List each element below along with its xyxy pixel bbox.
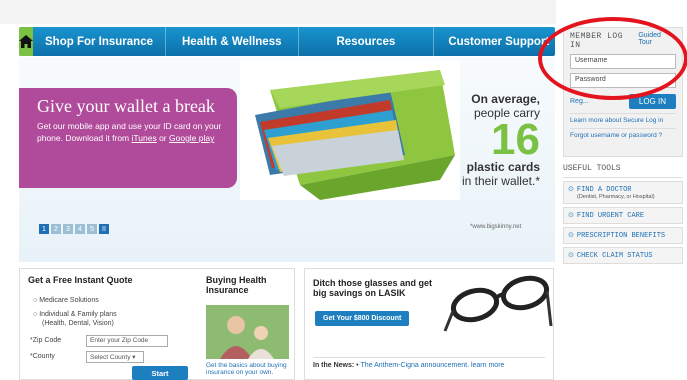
start-button[interactable]: Start bbox=[132, 366, 188, 380]
discount-button[interactable]: Get Your $800 Discount bbox=[315, 311, 410, 326]
highlight-circle bbox=[538, 17, 687, 100]
county-label: *County bbox=[30, 353, 55, 360]
news-link[interactable]: The Anthem-Cigna announcement. learn mor… bbox=[360, 362, 504, 369]
pager-4[interactable]: 4 bbox=[75, 224, 85, 234]
promo-title: Give your wallet a break bbox=[37, 96, 215, 116]
option-medicare[interactable]: ○ Medicare Solutions bbox=[33, 297, 99, 304]
option-individual-sub: (Health, Dental, Vision) bbox=[42, 320, 114, 327]
circle-icon: ⊙ bbox=[568, 212, 574, 220]
top-strip bbox=[0, 0, 556, 24]
home-button[interactable] bbox=[19, 27, 33, 56]
tool-find-doctor[interactable]: ⊙ FIND A DOCTOR (Dentist, Pharmacy, or Hos… bbox=[563, 181, 683, 204]
circle-icon: ⊙ bbox=[568, 186, 574, 194]
pager-pause[interactable]: II bbox=[99, 224, 109, 234]
pager-3[interactable]: 3 bbox=[63, 224, 73, 234]
news-line: In the News: • The Anthem-Cigna announce… bbox=[313, 357, 545, 369]
pager-5[interactable]: 5 bbox=[87, 224, 97, 234]
circle-icon: ⊙ bbox=[568, 232, 574, 240]
zip-input[interactable]: Enter your Zip Code bbox=[86, 335, 168, 347]
glasses-image bbox=[443, 275, 553, 332]
nav-resources[interactable]: Resources bbox=[299, 27, 435, 56]
buying-text[interactable]: Get the basics about buying insurance on… bbox=[206, 362, 294, 376]
option-individual[interactable]: ○ Individual & Family plans bbox=[33, 311, 117, 318]
nav-shop-for-insurance[interactable]: Shop For Insurance bbox=[33, 27, 166, 56]
circle-icon: ⊙ bbox=[568, 252, 574, 260]
wallet-stat: On average, people carry 16 plastic card… bbox=[440, 92, 540, 188]
chevron-down-icon: ▾ bbox=[132, 354, 136, 361]
tool-claim-status[interactable]: ⊙ CHECK CLAIM STATUS bbox=[563, 247, 683, 264]
main-nav: Shop For Insurance Health & Wellness Res… bbox=[19, 27, 555, 56]
promo-text: Get our mobile app and use your ID card … bbox=[37, 121, 222, 143]
lasik-box: Ditch those glasses and get big savings … bbox=[304, 268, 554, 380]
forgot-link[interactable]: Forgot username or password ? bbox=[570, 128, 676, 139]
family-photo bbox=[206, 305, 289, 359]
useful-tools: USEFUL TOOLS ⊙ FIND A DOCTOR (Dentist, Pha… bbox=[563, 160, 683, 264]
carousel-pager: 1 2 3 4 5 II bbox=[39, 224, 109, 234]
quote-box: Get a Free Instant Quote ○ Medicare Solu… bbox=[19, 268, 295, 380]
tool-urgent-care[interactable]: ⊙ FIND URGENT CARE bbox=[563, 207, 683, 224]
pager-1[interactable]: 1 bbox=[39, 224, 49, 234]
wallet-image bbox=[240, 60, 460, 200]
register-link[interactable]: Reg... bbox=[570, 98, 589, 105]
home-icon bbox=[19, 35, 33, 48]
quote-title: Get a Free Instant Quote bbox=[28, 275, 133, 285]
lasik-title: Ditch those glasses and get big savings … bbox=[313, 278, 433, 298]
county-select[interactable]: Select County ▾ bbox=[86, 351, 144, 363]
nav-health-wellness[interactable]: Health & Wellness bbox=[166, 27, 299, 56]
page: Shop For Insurance Health & Wellness Res… bbox=[0, 0, 687, 380]
image-credit: *www.bigskinny.net bbox=[470, 224, 522, 230]
zip-label: *Zip Code bbox=[30, 337, 62, 344]
google-play-link[interactable]: Google play bbox=[169, 133, 214, 143]
itunes-link[interactable]: iTunes bbox=[132, 133, 157, 143]
tools-title: USEFUL TOOLS bbox=[563, 160, 683, 178]
mobile-app-promo: Give your wallet a break Get our mobile … bbox=[19, 88, 237, 188]
buying-title[interactable]: Buying Health Insurance bbox=[206, 275, 294, 295]
secure-login-link[interactable]: Learn more about Secure Log in bbox=[570, 113, 676, 124]
stat-number: 16 bbox=[491, 115, 540, 164]
tool-prescription[interactable]: ⊙ PRESCRIPTION BENEFITS bbox=[563, 227, 683, 244]
pager-2[interactable]: 2 bbox=[51, 224, 61, 234]
